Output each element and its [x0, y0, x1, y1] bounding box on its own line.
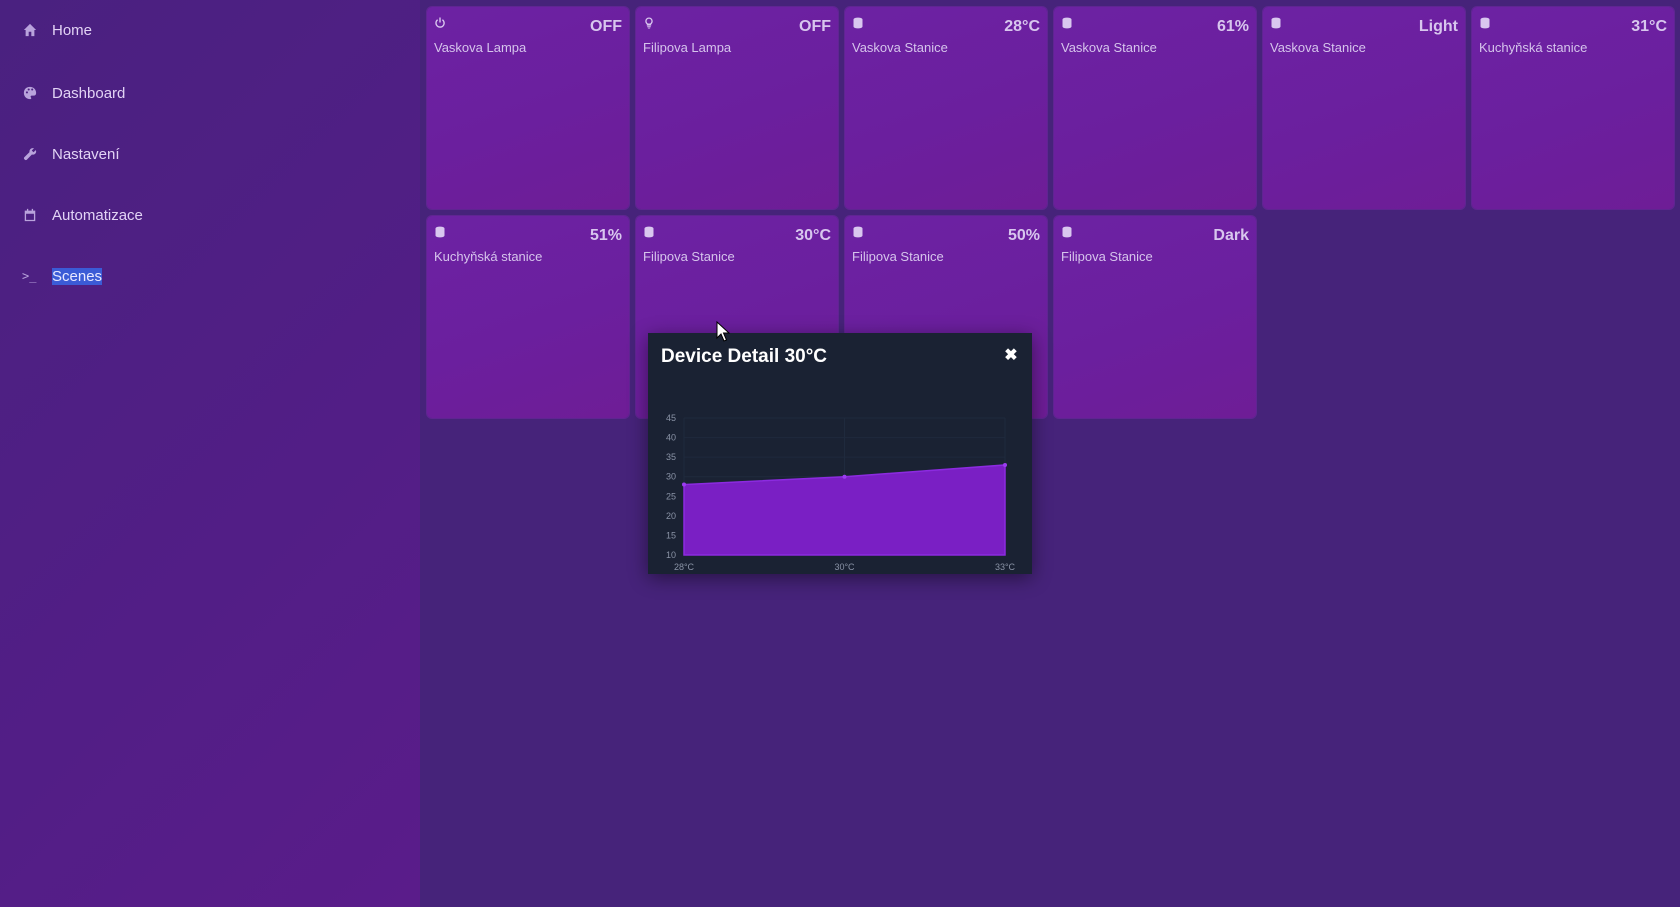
- nav-item-dashboard[interactable]: Dashboard: [22, 79, 125, 107]
- tile-name: Kuchyňská stanice: [434, 249, 543, 264]
- temperature-chart: 10 15 20 25 30 35 40 45 28°C 30°C 33°C: [666, 413, 1016, 572]
- power-icon: [434, 16, 446, 28]
- y-tick-label: 35: [666, 452, 676, 462]
- y-tick-label: 40: [666, 433, 676, 443]
- wrench-icon: [22, 146, 38, 162]
- tile-value: 50%: [1007, 227, 1040, 244]
- tile-name: Vaskova Lampa: [434, 40, 527, 55]
- tile-value: 31°C: [1631, 18, 1667, 35]
- y-tick-label: 10: [666, 550, 676, 560]
- tile-value: Dark: [1213, 227, 1249, 244]
- calendar-icon: [22, 207, 38, 223]
- tile-name: Kuchyňská stanice: [1479, 40, 1588, 55]
- lightbulb-icon: [643, 16, 655, 29]
- cylinder-icon: [434, 225, 446, 238]
- tile-name: Filipova Stanice: [643, 249, 735, 264]
- device-tile[interactable]: 61% Vaskova Stanice: [1054, 7, 1256, 209]
- y-tick-label: 20: [666, 511, 676, 521]
- tile-name: Vaskova Stanice: [1270, 40, 1366, 55]
- tile-name: Vaskova Stanice: [852, 40, 948, 55]
- nav-item-scenes[interactable]: >_ Scenes: [22, 262, 103, 290]
- device-tile[interactable]: OFF Vaskova Lampa: [427, 7, 629, 209]
- tile-value: OFF: [799, 18, 831, 35]
- x-tick-label: 33°C: [995, 562, 1016, 572]
- cylinder-icon: [852, 225, 864, 238]
- nav-item-label: Automatizace: [52, 206, 143, 224]
- y-tick-label: 30: [666, 472, 676, 482]
- device-tile[interactable]: OFF Filipova Lampa: [636, 7, 838, 209]
- y-tick-label: 15: [666, 530, 676, 540]
- cylinder-icon: [852, 16, 864, 29]
- y-tick-label: 45: [666, 413, 676, 423]
- tile-value: 28°C: [1004, 18, 1040, 35]
- tile-name: Filipova Stanice: [1061, 249, 1153, 264]
- cylinder-icon: [1061, 225, 1073, 238]
- data-point: [682, 482, 686, 487]
- data-point: [1003, 462, 1007, 467]
- tile-name: Filipova Stanice: [852, 249, 944, 264]
- sidebar: Home Dashboard Nastavení Automatizace >_…: [0, 0, 420, 907]
- nav-item-nastaveni[interactable]: Nastavení: [22, 140, 120, 168]
- cylinder-icon: [1479, 16, 1491, 29]
- tile-name: Filipova Lampa: [643, 40, 732, 55]
- x-tick-label: 28°C: [674, 562, 695, 572]
- y-tick-label: 25: [666, 491, 676, 501]
- tile-value: 51%: [589, 227, 622, 244]
- terminal-icon: >_: [22, 269, 37, 283]
- x-tick-label: 30°C: [834, 562, 855, 572]
- nav-item-label: Nastavení: [52, 145, 120, 163]
- device-detail-modal: Device Detail 30°C ✖ 10 15 20 25 30 35 40 45 28°…: [648, 333, 1032, 574]
- nav-item-label: Scenes: [52, 267, 103, 285]
- tile-value: Light: [1418, 18, 1458, 35]
- nav-item-label: Dashboard: [52, 84, 126, 102]
- cylinder-icon: [1061, 16, 1073, 29]
- nav-item-home[interactable]: Home: [22, 16, 92, 44]
- cylinder-icon: [643, 225, 655, 238]
- close-icon[interactable]: ✖: [1002, 347, 1020, 365]
- data-point: [842, 474, 847, 479]
- device-tile[interactable]: 31°C Kuchyňská stanice: [1472, 7, 1674, 209]
- home-icon: [22, 22, 38, 38]
- device-tile[interactable]: 28°C Vaskova Stanice: [845, 7, 1047, 209]
- device-tile[interactable]: Light Vaskova Stanice: [1263, 7, 1465, 209]
- tile-value: 61%: [1216, 18, 1249, 35]
- tile-name: Vaskova Stanice: [1061, 40, 1157, 55]
- modal-title: Device Detail 30°C: [661, 346, 828, 367]
- device-tile[interactable]: 51% Kuchyňská stanice: [427, 216, 629, 418]
- tile-value: 30°C: [795, 227, 831, 244]
- tile-value: OFF: [590, 18, 622, 35]
- nav-item-automatizace[interactable]: Automatizace: [22, 201, 143, 229]
- mouse-cursor-icon: [716, 321, 730, 342]
- device-tile[interactable]: Dark Filipova Stanice: [1054, 216, 1256, 418]
- cylinder-icon: [1270, 16, 1282, 29]
- palette-icon: [22, 85, 38, 101]
- nav-item-label: Home: [52, 21, 93, 39]
